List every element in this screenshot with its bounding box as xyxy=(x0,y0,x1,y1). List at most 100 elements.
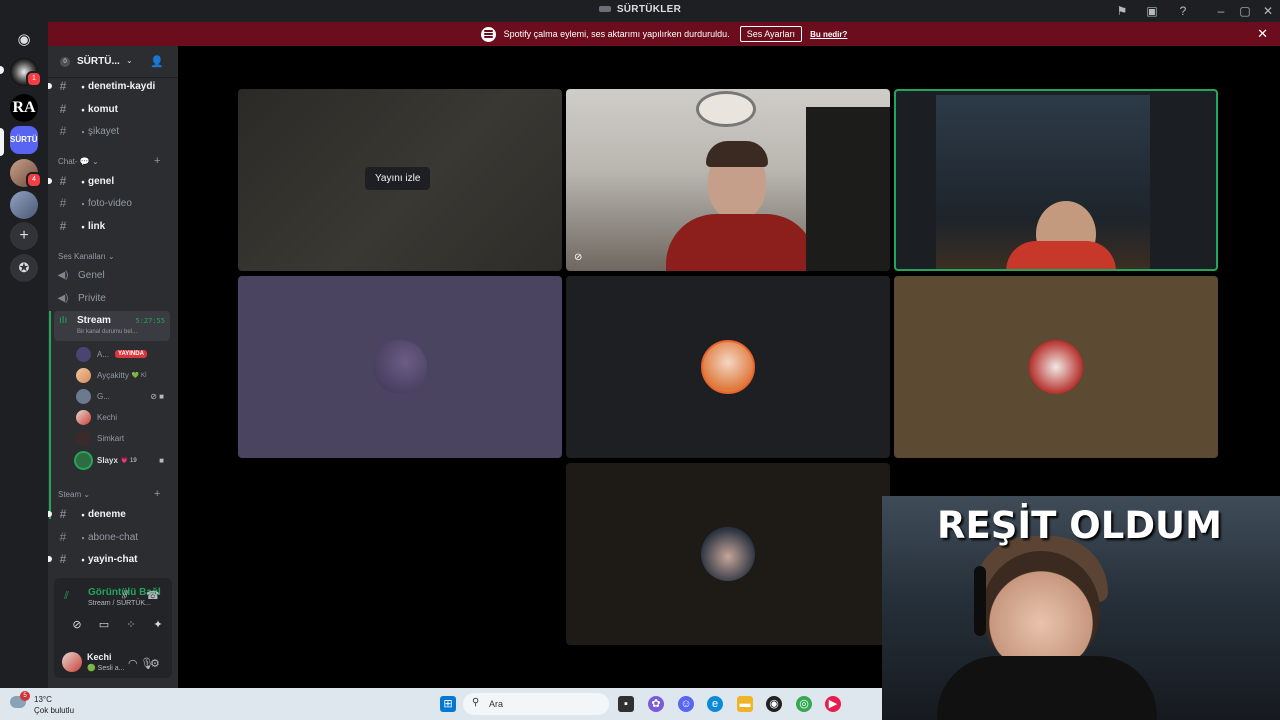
settings-gear-icon[interactable]: ⚙ xyxy=(150,657,160,670)
server-badge: 4 xyxy=(26,172,42,188)
weather-desc: Çok bulutlu xyxy=(34,706,75,715)
dismiss-notice-icon[interactable]: ✕ xyxy=(1257,27,1268,40)
app-icon[interactable]: ▶ xyxy=(825,696,841,712)
channel-abone-chat[interactable]: # ・ abone-chat xyxy=(54,527,172,547)
voice-user[interactable]: Kechi xyxy=(76,407,168,427)
watch-stream-button[interactable]: Yayını izle xyxy=(365,167,431,190)
hash-icon: # xyxy=(59,507,67,521)
signal-icon: ⫽ xyxy=(64,590,69,602)
explore-compass-icon[interactable]: ✪ xyxy=(10,254,38,282)
category-steam[interactable]: Steam ⌄ + xyxy=(58,488,160,500)
voice-channel-privite[interactable]: ◀) Privite xyxy=(54,288,172,308)
channel-genel[interactable]: # ・ genel xyxy=(48,171,172,191)
hash-icon: # xyxy=(59,124,67,138)
hash-icon: # xyxy=(59,552,67,566)
copilot-icon[interactable]: ✿ xyxy=(648,696,664,712)
avatar[interactable] xyxy=(62,652,82,672)
channel-label: deneme xyxy=(88,508,126,520)
channel-label: Stream xyxy=(77,315,111,326)
add-server-icon[interactable]: + xyxy=(10,222,38,250)
channel-denetim-kaydi[interactable]: # ・ denetim-kaydi xyxy=(48,76,172,96)
category-chat[interactable]: Chat- 💬 ⌄ + xyxy=(58,155,160,167)
edge-icon[interactable]: e xyxy=(707,696,723,712)
voice-channel-genel[interactable]: ◀) Genel xyxy=(54,265,172,285)
hash-icon: # xyxy=(59,530,67,544)
soundboard-icon[interactable]: ✦ xyxy=(147,614,169,636)
close-window-icon[interactable]: ✕ xyxy=(1260,3,1276,19)
add-channel-icon[interactable]: + xyxy=(154,155,160,167)
channel-komut[interactable]: # ・ komut xyxy=(54,99,172,119)
unread-dot xyxy=(48,556,52,562)
voice-user[interactable]: Simkart xyxy=(76,428,168,448)
screen-share-icon[interactable]: ▣ xyxy=(1144,3,1160,19)
unread-dot xyxy=(48,511,52,517)
streamer-webcam-overlay: REŞİT OLDUM xyxy=(882,496,1280,720)
channel-yayin-chat[interactable]: # ・ yayin-chat xyxy=(48,549,172,569)
channel-label: foto-video xyxy=(88,197,132,209)
stream-tile[interactable]: Yayını izle xyxy=(238,89,562,271)
voice-user[interactable]: A... YAYINDA xyxy=(76,344,168,364)
channel-link[interactable]: # ・ link xyxy=(54,216,172,236)
headphones-icon[interactable]: ◠ xyxy=(128,657,138,670)
user-tile[interactable] xyxy=(566,276,890,458)
avatar xyxy=(76,430,91,446)
video-tile-speaking[interactable] xyxy=(894,89,1218,271)
server-surtuk-icon[interactable]: SÜRTÜK xyxy=(10,126,38,154)
chrome-icon[interactable]: ◎ xyxy=(796,696,812,712)
start-windows-icon[interactable]: ⊞ xyxy=(440,696,456,712)
user-tile[interactable] xyxy=(566,463,890,645)
voice-connection-panel: ⫽ Görüntülü Bağl Stream / SÜRTÜK... ⫻ ☎ … xyxy=(54,578,172,678)
speaker-icon: ◀) xyxy=(57,269,69,281)
guild-name: SÜRTÜ... xyxy=(77,56,120,67)
channel-foto-video[interactable]: # ・ foto-video xyxy=(54,193,172,213)
deafened-camera-icon: ⊘ ■ xyxy=(150,391,164,401)
channel-label: Genel xyxy=(78,269,105,281)
inbox-flag-icon[interactable]: ⚑ xyxy=(1114,3,1130,19)
avatar xyxy=(76,409,91,425)
user-tile[interactable] xyxy=(238,276,562,458)
channel-label: link xyxy=(88,220,106,232)
guild-header[interactable]: 0 SÜRTÜ... ⌄ 👤 xyxy=(48,46,178,78)
participant-shirt xyxy=(666,214,816,271)
noise-suppression-icon[interactable]: ⫻ xyxy=(122,589,129,602)
user-tile[interactable] xyxy=(894,276,1218,458)
file-explorer-icon[interactable]: ▬ xyxy=(737,696,753,712)
notice-text: Spotify çalma eylemi, ses aktarımı yapıl… xyxy=(503,29,730,39)
headset xyxy=(974,566,986,636)
audio-settings-button[interactable]: Ses Ayarları xyxy=(739,26,803,42)
disconnect-icon[interactable]: ☎ xyxy=(146,589,160,602)
channel-sikayet[interactable]: # ・ şikayet xyxy=(54,121,172,141)
channel-deneme[interactable]: # ・ deneme xyxy=(48,504,172,524)
server-mini-icon xyxy=(598,6,611,13)
help-icon[interactable]: ? xyxy=(1175,3,1191,19)
invite-user-icon[interactable]: 👤 xyxy=(150,55,164,68)
discord-home-icon[interactable]: ◉ xyxy=(10,26,38,54)
discord-taskbar-icon[interactable]: ☺ xyxy=(678,696,694,712)
maximize-icon[interactable]: ▢ xyxy=(1237,3,1253,19)
server-ra-icon[interactable]: RA xyxy=(10,94,38,122)
activities-icon[interactable]: ⁘ xyxy=(120,614,142,636)
category-voice[interactable]: Ses Kanalları ⌄ xyxy=(58,252,115,261)
voice-user[interactable]: Ayçakitty 💚 Kİ xyxy=(76,365,168,385)
add-channel-icon[interactable]: + xyxy=(154,488,160,500)
soundwave-icon: ıIı xyxy=(59,315,68,326)
video-tile[interactable]: ⊘ xyxy=(566,89,890,271)
title-bar: SÜRTÜKLER ⚑ ▣ ? – ▢ ✕ xyxy=(0,0,1280,22)
connection-location[interactable]: Stream / SÜRTÜK... xyxy=(88,600,151,607)
screen-share-button-icon[interactable]: ▭ xyxy=(93,614,115,636)
voice-user[interactable]: G... ⊘ ■ xyxy=(76,386,168,406)
voice-channel-stream[interactable]: ıIı Stream 5:27:55 Bir kanal durumu bel.… xyxy=(54,311,170,341)
avatar xyxy=(76,346,91,362)
voice-user[interactable]: Slayx 💗 19 ■ xyxy=(76,450,168,470)
stream-timer: 5:27:55 xyxy=(135,317,165,325)
obs-icon[interactable]: ◉ xyxy=(766,696,782,712)
minimize-icon[interactable]: – xyxy=(1213,3,1229,19)
speaker-icon: ◀) xyxy=(57,292,69,304)
camera-off-icon[interactable]: ⊘ xyxy=(66,614,88,636)
window-title: SÜRTÜKLER xyxy=(0,4,1280,15)
hash-icon: # xyxy=(59,79,67,93)
what-is-this-link[interactable]: Bu nedir? xyxy=(810,30,847,39)
task-view-icon[interactable]: ▪ xyxy=(618,696,634,712)
server-icon[interactable] xyxy=(10,191,38,219)
taskbar-search[interactable]: ⚲ Ara xyxy=(463,693,609,715)
